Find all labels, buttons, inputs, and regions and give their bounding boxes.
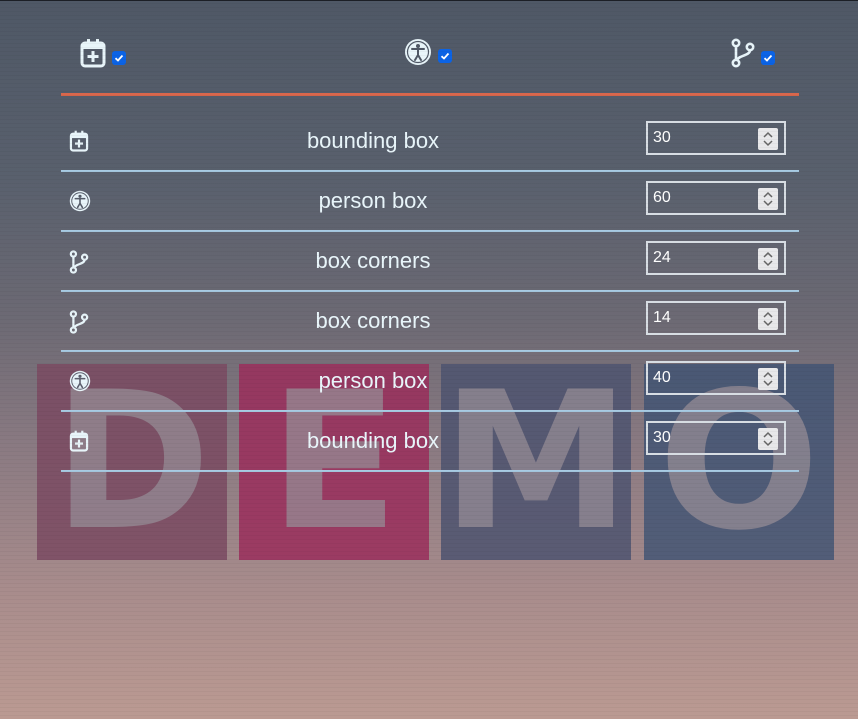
settings-list: bounding box 30 person box 60 box corner…	[61, 112, 799, 472]
number-input[interactable]: 24	[646, 241, 786, 275]
item-label: bounding box	[306, 128, 440, 153]
item-label: person box	[318, 188, 428, 213]
number-input[interactable]: 30	[646, 121, 786, 155]
accessibility-icon	[404, 38, 432, 66]
accessibility-icon	[69, 190, 91, 217]
list-item: box corners 14	[61, 292, 799, 352]
number-input-value: 40	[653, 369, 671, 386]
calendar-plus-icon	[69, 430, 89, 457]
list-item: bounding box 30	[61, 412, 799, 472]
spinner-arrows-icon[interactable]	[758, 248, 778, 270]
git-branch-icon	[69, 250, 89, 279]
checkbox-person-box[interactable]	[438, 49, 452, 63]
number-input-value: 30	[653, 129, 671, 146]
header-divider	[61, 93, 799, 96]
spinner-arrows-icon[interactable]	[758, 368, 778, 390]
list-item: bounding box 30	[61, 112, 799, 172]
calendar-plus-icon	[80, 38, 106, 68]
spinner-arrows-icon[interactable]	[758, 308, 778, 330]
item-label: bounding box	[306, 428, 440, 453]
list-item: person box 40	[61, 352, 799, 412]
list-item: box corners 24	[61, 232, 799, 292]
git-branch-icon	[731, 38, 755, 68]
toggle-bounding-box[interactable]	[80, 38, 126, 68]
number-input[interactable]: 30	[646, 421, 786, 455]
number-input-value: 60	[653, 189, 671, 206]
item-label: person box	[318, 368, 428, 393]
number-input-value: 14	[653, 309, 671, 326]
header-toggle-bar	[61, 30, 799, 94]
git-branch-icon	[69, 310, 89, 339]
checkbox-bounding-box[interactable]	[112, 51, 126, 65]
calendar-plus-icon	[69, 130, 89, 157]
item-label: box corners	[315, 248, 431, 273]
accessibility-icon	[69, 370, 91, 397]
number-input[interactable]: 40	[646, 361, 786, 395]
spinner-arrows-icon[interactable]	[758, 188, 778, 210]
number-input-value: 30	[653, 429, 671, 446]
number-input[interactable]: 14	[646, 301, 786, 335]
spinner-arrows-icon[interactable]	[758, 128, 778, 150]
number-input-value: 24	[653, 249, 671, 266]
list-item: person box 60	[61, 172, 799, 232]
toggle-person-box[interactable]	[404, 38, 452, 66]
spinner-arrows-icon[interactable]	[758, 428, 778, 450]
number-input[interactable]: 60	[646, 181, 786, 215]
item-label: box corners	[315, 308, 431, 333]
window-top-border	[0, 0, 858, 1]
checkbox-box-corners[interactable]	[761, 51, 775, 65]
toggle-box-corners[interactable]	[731, 38, 775, 68]
